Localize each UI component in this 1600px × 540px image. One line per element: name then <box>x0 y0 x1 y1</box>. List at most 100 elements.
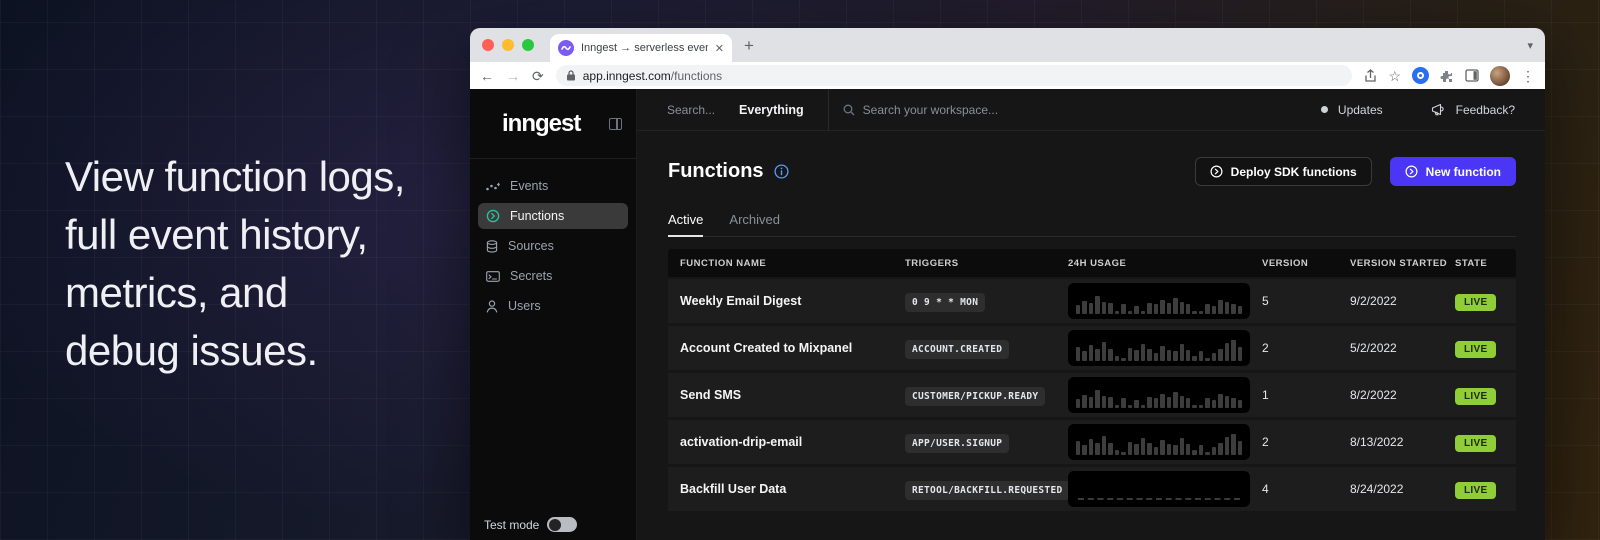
maximize-window-button[interactable] <box>522 39 534 51</box>
deploy-sdk-functions-button[interactable]: Deploy SDK functions <box>1195 157 1372 186</box>
sidebar-item-secrets[interactable]: Secrets <box>478 263 628 289</box>
hero-line: full event history, <box>65 206 405 264</box>
sidebar-item-users[interactable]: Users <box>478 293 628 319</box>
divider <box>828 89 829 131</box>
table-row[interactable]: Backfill User Data RETOOL/BACKFILL.REQUE… <box>668 467 1516 511</box>
version-value: 5 <box>1262 294 1350 308</box>
table-row[interactable]: Send SMS CUSTOMER/PICKUP.READY 1 8/2/202… <box>668 373 1516 417</box>
sources-icon <box>486 240 498 253</box>
close-window-button[interactable] <box>482 39 494 51</box>
version-value: 1 <box>1262 388 1350 402</box>
side-panel-icon[interactable] <box>1465 69 1479 82</box>
feedback-link[interactable]: Feedback? <box>1456 103 1515 117</box>
sidebar-header: inngest <box>470 89 636 159</box>
tab-close-icon[interactable]: ✕ <box>715 42 724 55</box>
window-controls <box>482 39 534 51</box>
forward-icon[interactable]: → <box>506 69 520 83</box>
sidebar-item-label: Users <box>508 299 541 313</box>
sidebar-footer: Test mode <box>470 517 636 540</box>
inngest-logo: inngest <box>502 110 580 138</box>
onepassword-extension-icon[interactable] <box>1412 67 1429 84</box>
hero-line: View function logs, <box>65 148 405 206</box>
search-scope-selector[interactable]: Everything <box>739 103 804 117</box>
updates-link[interactable]: Updates <box>1338 103 1383 117</box>
col-header-version: VERSION <box>1262 258 1350 269</box>
col-header-function-name: FUNCTION NAME <box>680 258 905 269</box>
address-bar[interactable]: app.inngest.com/functions <box>556 65 1353 86</box>
chevron-down-icon[interactable]: ▾ <box>1527 39 1533 52</box>
updates-dot-icon <box>1321 106 1328 113</box>
share-icon[interactable] <box>1364 69 1377 83</box>
marketing-canvas: View function logs, full event history, … <box>0 0 1600 540</box>
function-tabs: Active Archived <box>668 212 1516 237</box>
function-name: Backfill User Data <box>680 482 905 496</box>
app-content: Search... Everything Updates Feedback? <box>637 89 1545 540</box>
functions-page: Functions Deploy SDK functions New funct… <box>637 131 1545 540</box>
hero-text: View function logs, full event history, … <box>65 148 405 380</box>
sidebar-item-functions[interactable]: Functions <box>478 203 628 229</box>
state-badge: LIVE <box>1455 292 1496 310</box>
app-top-bar: Search... Everything Updates Feedback? <box>637 89 1545 131</box>
col-header-version-started: VERSION STARTED <box>1350 258 1455 269</box>
collapse-sidebar-icon[interactable] <box>609 118 622 130</box>
profile-avatar[interactable] <box>1490 66 1510 86</box>
state-badge: LIVE <box>1455 386 1496 404</box>
workspace-search[interactable] <box>843 103 1321 117</box>
back-icon[interactable]: ← <box>480 69 494 83</box>
usage-sparkline <box>1068 377 1250 413</box>
minimize-window-button[interactable] <box>502 39 514 51</box>
lock-icon[interactable] <box>566 70 576 81</box>
app-top-right: Updates Feedback? <box>1321 103 1515 117</box>
toolbar-icons: ☆ ⋮ <box>1364 66 1535 86</box>
table-header-row: FUNCTION NAME TRIGGERS 24H USAGE VERSION… <box>668 249 1516 277</box>
sidebar-item-events[interactable]: Events <box>478 173 628 199</box>
sidebar-nav: Events Functions Sources Secrets <box>470 159 636 517</box>
functions-table: FUNCTION NAME TRIGGERS 24H USAGE VERSION… <box>668 249 1516 511</box>
secrets-icon <box>486 271 500 282</box>
function-name: Weekly Email Digest <box>680 294 905 308</box>
new-tab-button[interactable]: + <box>744 37 754 54</box>
sidebar-item-label: Functions <box>510 209 564 223</box>
kebab-menu-icon[interactable]: ⋮ <box>1521 69 1535 83</box>
sidebar-item-label: Sources <box>508 239 554 253</box>
test-mode-toggle[interactable] <box>547 517 577 532</box>
table-row[interactable]: Account Created to Mixpanel ACCOUNT.CREA… <box>668 326 1516 370</box>
new-function-button[interactable]: New function <box>1390 157 1516 186</box>
deploy-button-label: Deploy SDK functions <box>1231 165 1357 179</box>
table-row[interactable]: activation-drip-email APP/USER.SIGNUP 2 … <box>668 420 1516 464</box>
usage-sparkline <box>1068 330 1250 366</box>
info-icon[interactable] <box>774 164 789 179</box>
trigger-badge: CUSTOMER/PICKUP.READY <box>905 386 1045 404</box>
tab-active[interactable]: Active <box>668 212 703 236</box>
trigger-badge: 0 9 * * MON <box>905 292 985 310</box>
tab-archived[interactable]: Archived <box>729 212 780 236</box>
bookmark-star-icon[interactable]: ☆ <box>1388 69 1401 83</box>
browser-toolbar: ← → ⟳ app.inngest.com/functions ☆ <box>470 62 1545 89</box>
col-header-24h-usage: 24H USAGE <box>1068 258 1262 269</box>
app-sidebar: inngest Events Functions Sources <box>470 89 637 540</box>
state-badge: LIVE <box>1455 433 1496 451</box>
page-header: Functions Deploy SDK functions New funct… <box>668 157 1516 186</box>
sidebar-item-sources[interactable]: Sources <box>478 233 628 259</box>
reload-icon[interactable]: ⟳ <box>532 69 544 83</box>
state-badge: LIVE <box>1455 339 1496 357</box>
col-header-triggers: TRIGGERS <box>905 258 1068 269</box>
circled-arrow-icon <box>1405 165 1418 178</box>
megaphone-icon <box>1431 103 1446 116</box>
workspace-search-input[interactable] <box>863 103 1083 117</box>
version-value: 2 <box>1262 341 1350 355</box>
search-label[interactable]: Search... <box>667 103 715 117</box>
trigger-badge: ACCOUNT.CREATED <box>905 339 1009 357</box>
usage-sparkline <box>1068 471 1250 507</box>
new-function-button-label: New function <box>1426 165 1501 179</box>
users-icon <box>486 300 498 313</box>
page-title: Functions <box>668 160 764 183</box>
browser-tab[interactable]: Inngest → serverless event-dri ✕ <box>550 34 732 62</box>
version-started-value: 5/2/2022 <box>1350 341 1455 355</box>
version-started-value: 9/2/2022 <box>1350 294 1455 308</box>
sidebar-item-label: Events <box>510 179 548 193</box>
extensions-puzzle-icon[interactable] <box>1440 69 1454 83</box>
version-started-value: 8/2/2022 <box>1350 388 1455 402</box>
inngest-app: inngest Events Functions Sources <box>470 89 1545 540</box>
table-row[interactable]: Weekly Email Digest 0 9 * * MON 5 9/2/20… <box>668 279 1516 323</box>
